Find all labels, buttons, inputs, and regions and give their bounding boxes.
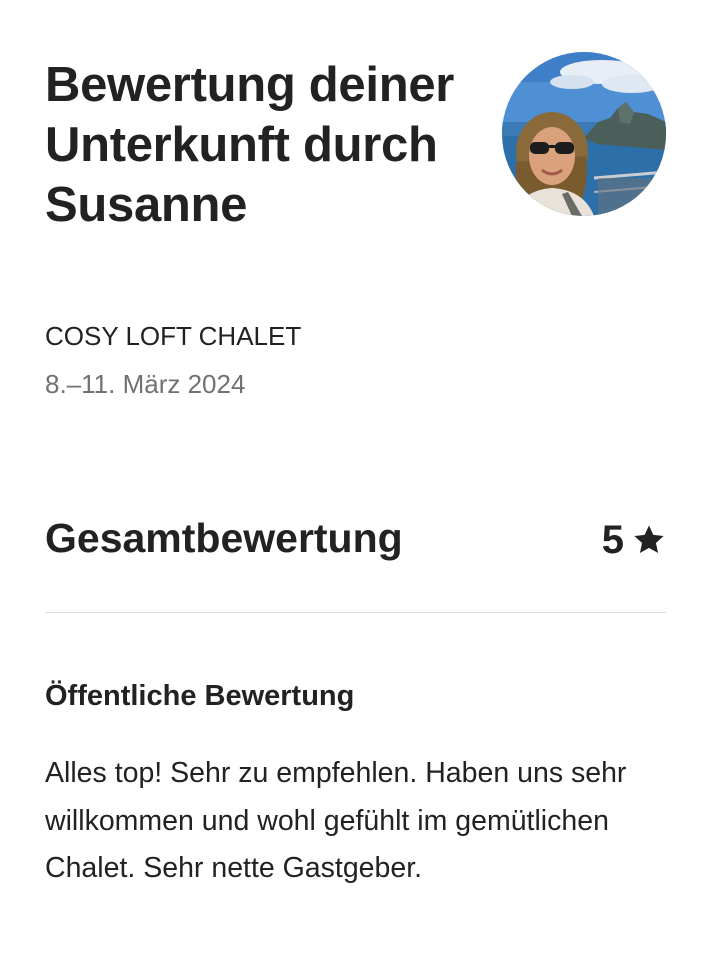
stay-dates: 8.–11. März 2024 — [45, 369, 246, 399]
review-page: Bewertung deiner Unterkunft durch Susann… — [0, 0, 706, 962]
divider — [45, 612, 666, 613]
page-title: Bewertung deiner Unterkunft durch Susann… — [45, 58, 455, 232]
public-review-text: Alles top! Sehr zu empfehlen. Haben uns … — [45, 757, 627, 884]
star-icon — [632, 523, 666, 557]
reviewer-avatar[interactable] — [502, 52, 666, 216]
overall-rating-value: 5 — [601, 518, 624, 562]
public-review-heading: Öffentliche Bewertung — [45, 680, 355, 712]
overall-rating-label: Gesamtbewertung — [45, 515, 403, 561]
listing-name: COSY LOFT CHALET — [45, 321, 302, 351]
overall-rating: 5 — [602, 516, 666, 564]
avatar-photo — [502, 52, 666, 216]
